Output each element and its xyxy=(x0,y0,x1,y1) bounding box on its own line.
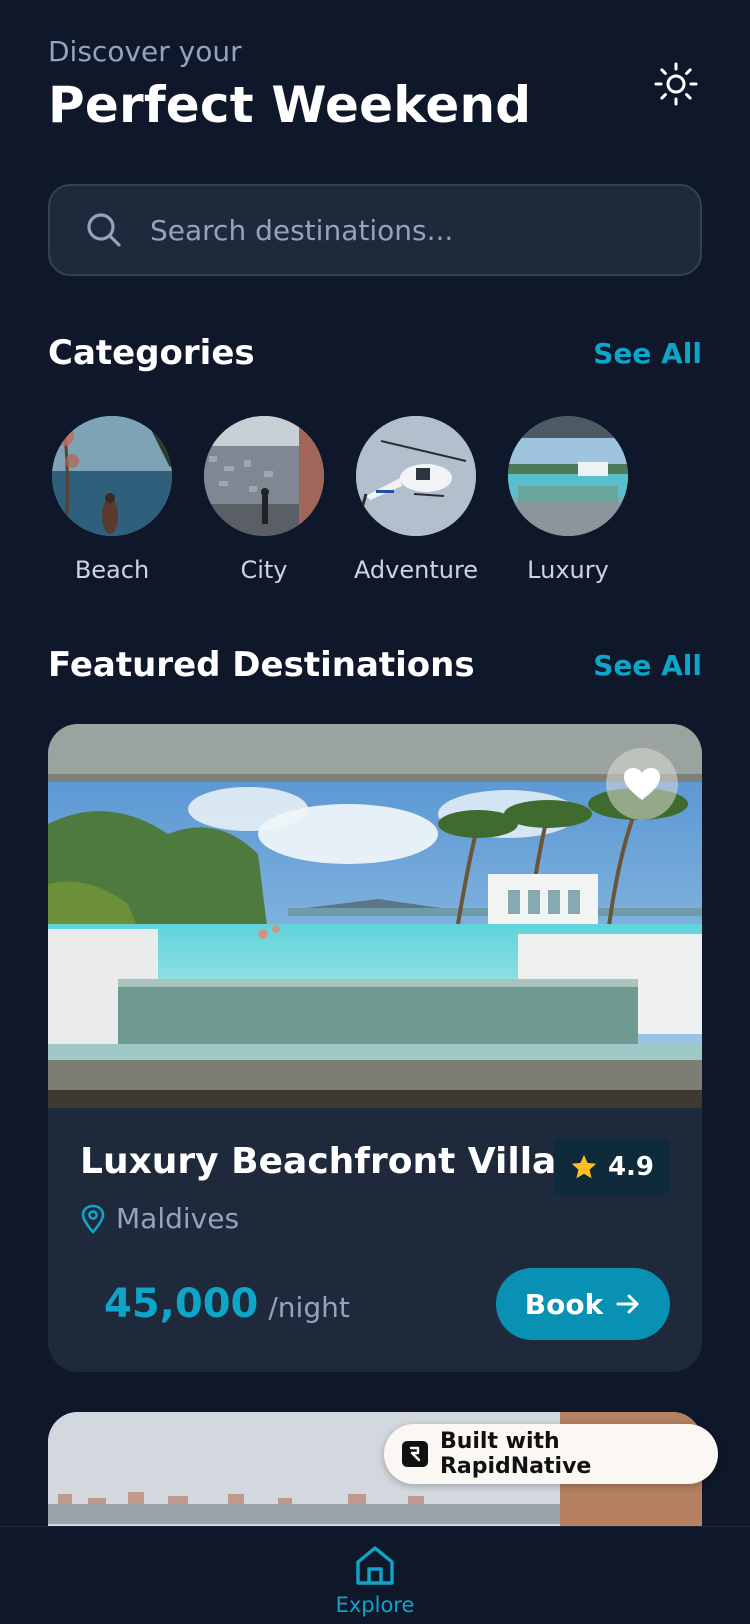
favorite-button[interactable] xyxy=(606,748,678,820)
category-adventure[interactable]: Adventure xyxy=(353,416,479,584)
book-button[interactable]: Book xyxy=(496,1268,670,1340)
home-icon xyxy=(356,1546,394,1585)
screen: Discover your Perfect Weekend Search des… xyxy=(0,0,750,1624)
arrow-right-icon xyxy=(616,1294,639,1314)
heart-icon xyxy=(624,768,660,800)
location-text: Maldives xyxy=(116,1202,240,1235)
category-city[interactable]: City xyxy=(204,416,324,584)
theme-toggle-button[interactable] xyxy=(650,58,702,110)
rating-badge: 4.9 xyxy=(553,1138,670,1196)
location-pin-icon xyxy=(81,1204,105,1234)
sun-icon xyxy=(654,62,698,106)
search-icon xyxy=(84,210,124,250)
featured-title: Featured Destinations xyxy=(48,645,475,685)
star-icon xyxy=(571,1154,597,1179)
destination-card[interactable]: Luxury Beachfront Villa 4.9 Maldives 45,… xyxy=(48,724,702,1372)
categories-header: Categories See All xyxy=(48,328,702,378)
categories-title: Categories xyxy=(48,333,255,373)
header: Discover your Perfect Weekend xyxy=(48,34,702,134)
price-value: 45,000 xyxy=(104,1281,259,1327)
category-luxury[interactable]: Luxury xyxy=(508,416,628,584)
badge-text: Built with RapidNative xyxy=(439,1429,592,1479)
featured-header: Featured Destinations See All xyxy=(48,640,702,690)
category-label: City xyxy=(240,556,288,584)
category-label: Luxury xyxy=(527,556,609,584)
search-bar[interactable] xyxy=(48,184,702,276)
page-title: Perfect Weekend xyxy=(48,76,532,134)
price: 45,000 /night xyxy=(104,1281,350,1327)
categories-see-all-link[interactable]: See All xyxy=(593,337,702,370)
rating-value: 4.9 xyxy=(607,1152,654,1182)
rapidnative-logo-icon xyxy=(402,1441,428,1467)
category-city-image xyxy=(204,416,324,536)
location: Maldives xyxy=(80,1202,670,1235)
category-adventure-image xyxy=(356,416,476,536)
search-input[interactable] xyxy=(150,213,700,247)
featured-see-all-link[interactable]: See All xyxy=(593,649,702,682)
price-row: 45,000 /night Book xyxy=(104,1268,670,1340)
book-button-label: Book xyxy=(524,1287,604,1321)
category-luxury-image xyxy=(508,416,628,536)
built-with-badge[interactable]: Built with RapidNative xyxy=(384,1424,718,1484)
category-beach[interactable]: Beach xyxy=(52,416,172,584)
category-list: Beach City Adventure Luxury xyxy=(52,416,628,584)
price-unit: /night xyxy=(268,1291,350,1324)
category-beach-image xyxy=(52,416,172,536)
header-subtitle: Discover your xyxy=(48,35,242,68)
category-label: Adventure xyxy=(353,556,479,584)
destination-image xyxy=(48,724,702,1108)
tab-explore[interactable]: Explore xyxy=(322,1543,428,1617)
card-body: Luxury Beachfront Villa 4.9 Maldives 45,… xyxy=(80,1138,670,1340)
category-label: Beach xyxy=(74,556,150,584)
bottom-tab-bar: Explore xyxy=(0,1526,750,1624)
tab-label: Explore xyxy=(335,1593,415,1617)
